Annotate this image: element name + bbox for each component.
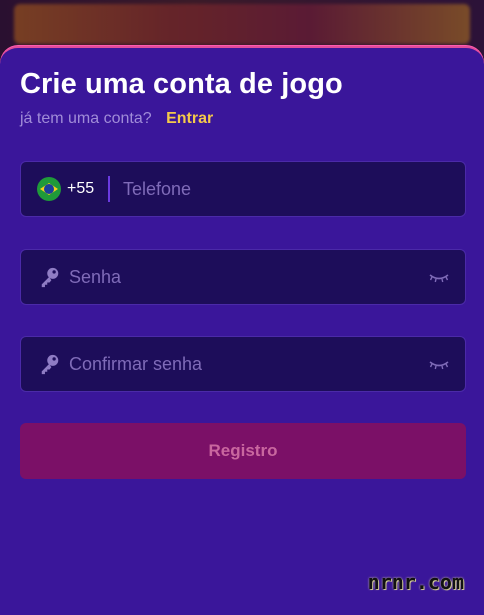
eye-closed-icon[interactable]: [429, 357, 449, 371]
confirm-password-field[interactable]: [20, 336, 466, 392]
register-sheet: [0, 46, 484, 615]
background-banner: [14, 4, 470, 44]
confirm-password-input[interactable]: [69, 337, 429, 391]
phone-divider: [108, 176, 110, 202]
country-code[interactable]: +55: [67, 180, 97, 198]
phone-field[interactable]: +55: [20, 161, 466, 217]
login-link[interactable]: Entrar: [166, 110, 213, 127]
watermark-logo: nrnr.com: [367, 570, 464, 594]
register-button[interactable]: Registro: [20, 423, 466, 479]
password-field[interactable]: [20, 249, 466, 305]
phone-input[interactable]: [123, 162, 465, 216]
key-icon: [41, 354, 59, 375]
login-prompt: já tem uma conta? Entrar: [20, 110, 213, 128]
page-title: Crie uma conta de jogo: [20, 68, 343, 100]
eye-closed-icon[interactable]: [429, 270, 449, 284]
key-icon: [41, 267, 59, 288]
brazil-flag-icon[interactable]: [37, 177, 61, 201]
password-input[interactable]: [69, 250, 429, 304]
login-prompt-text: já tem uma conta?: [20, 110, 152, 127]
